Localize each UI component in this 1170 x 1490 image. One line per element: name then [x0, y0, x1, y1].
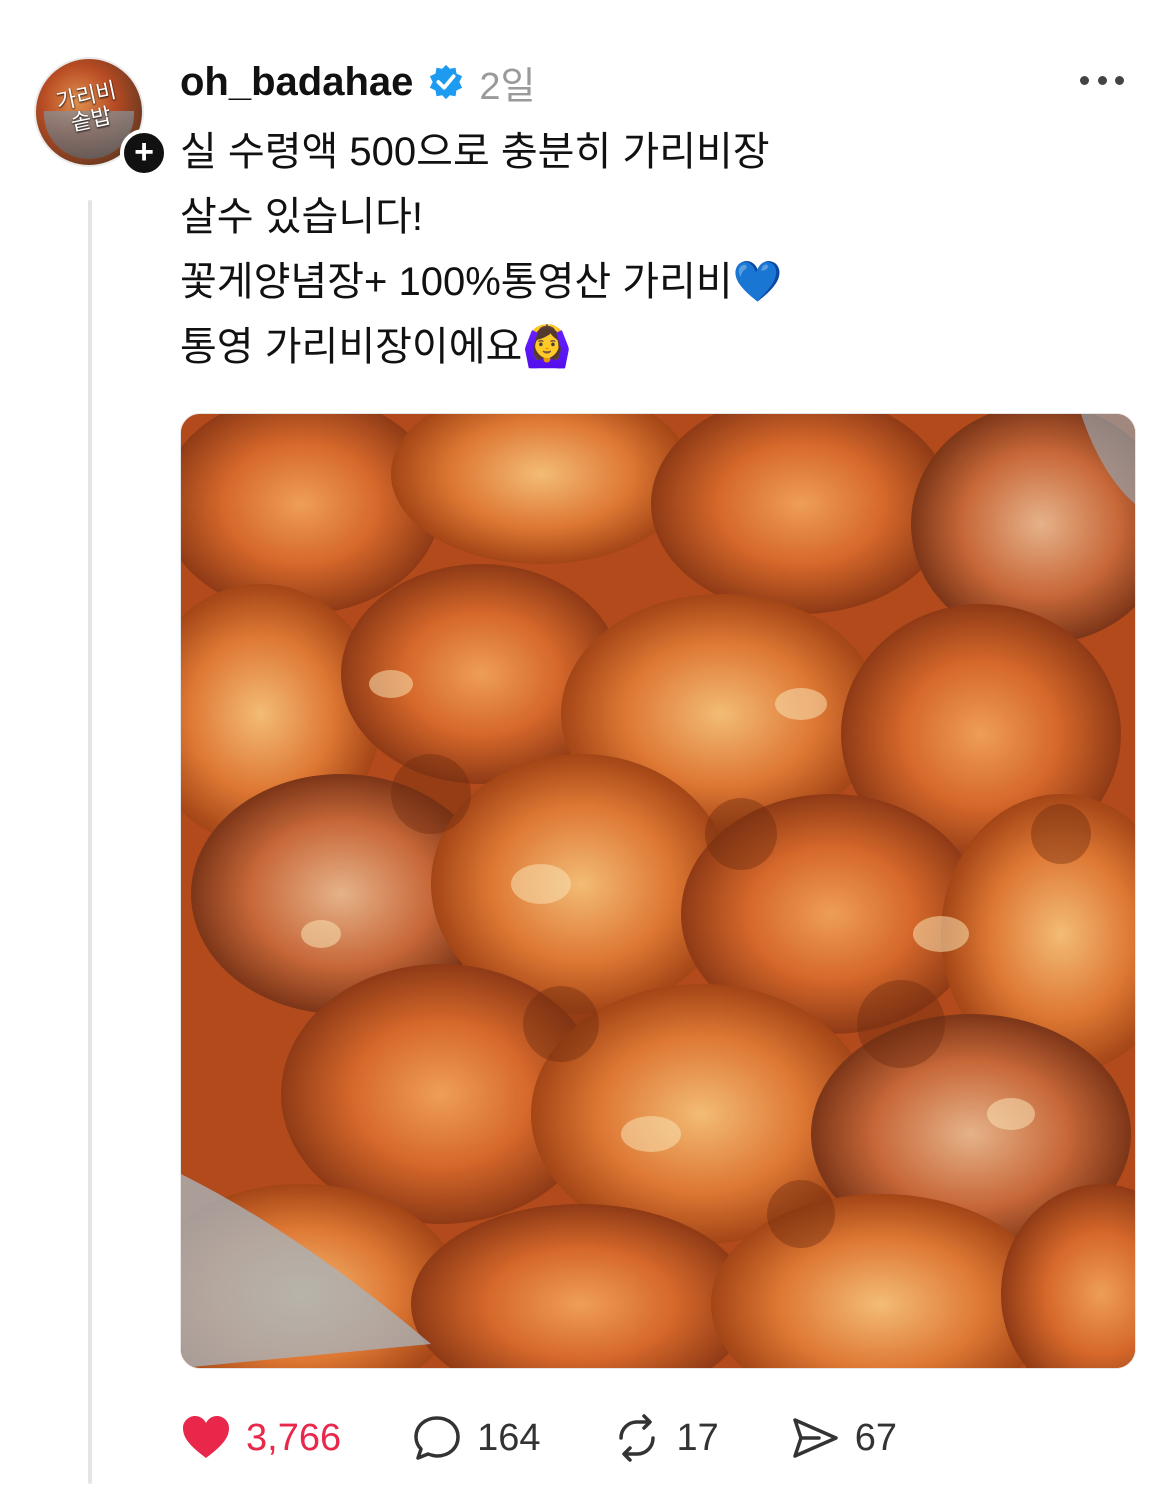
post-text: 실 수령액 500으로 충분히 가리비장 살수 있습니다! 꽃게양념장+ 100…	[180, 120, 1120, 380]
verified-badge-icon	[430, 64, 463, 100]
post-text-line: 꽃게양념장+ 100%통영산 가리비💙	[180, 260, 783, 304]
seasoned-scallops-image	[181, 414, 1135, 1368]
thread-line	[88, 200, 92, 1484]
repost-icon	[618, 1414, 655, 1462]
username-link[interactable]: oh_badahae	[180, 60, 413, 105]
comment-count: 164	[477, 1416, 541, 1459]
thread-post: 가리비 솥밥 + oh_badahae 2일 실 수령액 500으로 충분히 가…	[0, 0, 1170, 1490]
comment-bubble-icon	[414, 1416, 460, 1460]
send-icon	[793, 1418, 838, 1458]
share-count: 67	[854, 1416, 898, 1459]
repost-button[interactable]: 17	[611, 1412, 719, 1464]
post-photo[interactable]	[180, 413, 1136, 1369]
like-count: 3,766	[246, 1416, 342, 1459]
like-button[interactable]: 3,766	[180, 1412, 341, 1464]
share-button[interactable]: 67	[789, 1412, 897, 1464]
comment-button[interactable]: 164	[411, 1412, 541, 1464]
heart-icon	[183, 1416, 229, 1458]
more-dots-icon[interactable]	[1080, 70, 1124, 90]
action-bar: 3,766 164 17 67	[180, 1408, 967, 1468]
post-text-line: 실 수령액 500으로 충분히 가리비장	[180, 130, 770, 174]
post-time: 2일	[479, 65, 536, 108]
post-header: oh_badahae 2일	[180, 56, 536, 108]
repost-count: 17	[676, 1416, 719, 1459]
follow-plus-icon[interactable]: +	[120, 129, 168, 177]
avatar[interactable]: 가리비 솥밥 +	[34, 57, 168, 177]
post-text-line: 살수 있습니다!	[180, 195, 424, 239]
post-text-line: 통영 가리비장이에요🙆‍♀️	[180, 325, 573, 369]
